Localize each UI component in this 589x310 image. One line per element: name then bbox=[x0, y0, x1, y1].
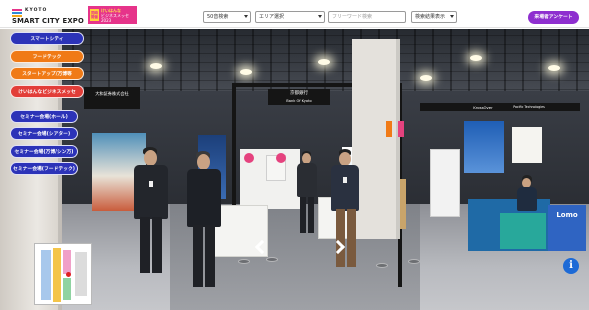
result-select-value: 検索結果表示 bbox=[415, 14, 446, 20]
hotspot-marker[interactable] bbox=[266, 257, 278, 262]
chevron-down-icon bbox=[450, 15, 454, 18]
current-location-marker bbox=[66, 272, 71, 277]
booth-sign-kyoto-bank-en: Bank Of Kyoto bbox=[286, 99, 312, 103]
floor-minimap[interactable] bbox=[34, 243, 92, 305]
ceiling-light bbox=[470, 55, 482, 61]
booth-sign-daiwa: 大和証券株式会社 bbox=[95, 91, 129, 96]
visitor bbox=[130, 147, 174, 277]
booth-logo-mark bbox=[244, 153, 254, 163]
expo-page: KYOTO SMART CITY EXPO 同時開催 けいはんな ビジネスメッセ… bbox=[0, 0, 589, 310]
booth-sign-lomo: Lomo bbox=[556, 211, 578, 219]
menu-seminar-hall[interactable]: セミナー会場(ホール) bbox=[10, 110, 78, 123]
booth-header-strip bbox=[420, 103, 580, 111]
menu-food-tech[interactable]: フードテック bbox=[10, 50, 84, 63]
visitor bbox=[296, 151, 318, 235]
area-select[interactable]: エリア選択 bbox=[255, 11, 325, 23]
booth-sign-pacific: Pacific Technologies bbox=[513, 105, 545, 109]
area-select-value: エリア選択 bbox=[259, 14, 285, 20]
hotspot-marker[interactable] bbox=[376, 263, 388, 268]
booth-poster bbox=[512, 127, 542, 163]
pillar-sign bbox=[398, 121, 404, 137]
booth-counter-teal bbox=[500, 213, 546, 249]
chevron-left-icon[interactable] bbox=[252, 240, 270, 254]
ceiling-light bbox=[318, 59, 330, 65]
menu-seminar-theater[interactable]: セミナー会場(シアター) bbox=[10, 127, 78, 140]
logo-title: SMART CITY EXPO bbox=[12, 17, 84, 25]
hotspot-marker[interactable] bbox=[408, 259, 420, 264]
booth-logo-mark bbox=[276, 153, 286, 163]
hotspot-marker[interactable] bbox=[238, 259, 250, 264]
menu-keihanna-messe[interactable]: けいはんなビジネスメッセ bbox=[10, 85, 84, 98]
visitor bbox=[184, 151, 226, 291]
chevron-down-icon bbox=[318, 15, 322, 18]
category-select[interactable]: 50音検索 bbox=[203, 11, 251, 23]
ceiling-light bbox=[548, 65, 560, 71]
header-bar: KYOTO SMART CITY EXPO 同時開催 けいはんな ビジネスメッセ… bbox=[0, 0, 589, 28]
booth-sign-krossover: KrossOver bbox=[473, 105, 493, 110]
category-select-value: 50音検索 bbox=[207, 14, 229, 20]
keyword-search-input[interactable] bbox=[328, 11, 406, 23]
result-select[interactable]: 検索結果表示 bbox=[411, 11, 457, 23]
menu-smart-city[interactable]: スマートシティ bbox=[10, 32, 84, 45]
menu-startup-expo[interactable]: スタートアップ/万博等 bbox=[10, 67, 84, 80]
logo-kyoto-text: KYOTO bbox=[25, 8, 48, 13]
badge-main-text: ビジネスメッセ2023 bbox=[101, 13, 129, 23]
ceiling-light bbox=[420, 75, 432, 81]
menu-seminar-food-tech[interactable]: セミナー会場(フードテック) bbox=[10, 162, 78, 175]
chevron-down-icon bbox=[244, 15, 248, 18]
chevron-right-icon[interactable] bbox=[330, 240, 348, 254]
business-messe-badge[interactable]: 同時開催 けいはんな ビジネスメッセ2023 bbox=[88, 6, 137, 24]
badge-tag: 同時開催 bbox=[90, 9, 99, 21]
panorama-view[interactable]: 大和証券株式会社 京都銀行 Bank Of Kyoto KrossOver Pa… bbox=[0, 29, 589, 310]
booth-stand bbox=[430, 149, 460, 217]
visitor bbox=[516, 175, 538, 215]
ceiling-light bbox=[240, 69, 252, 75]
pillar-sign bbox=[386, 121, 392, 137]
menu-seminar-expo[interactable]: セミナー会場(万博/シン万) bbox=[10, 145, 78, 158]
booth-display bbox=[464, 121, 504, 173]
info-icon[interactable]: i bbox=[563, 258, 579, 274]
ceiling-light bbox=[150, 63, 162, 69]
survey-button[interactable]: 来場者アンケート bbox=[528, 11, 579, 24]
booth-sign-kyoto-bank: 京都銀行 bbox=[290, 91, 308, 96]
